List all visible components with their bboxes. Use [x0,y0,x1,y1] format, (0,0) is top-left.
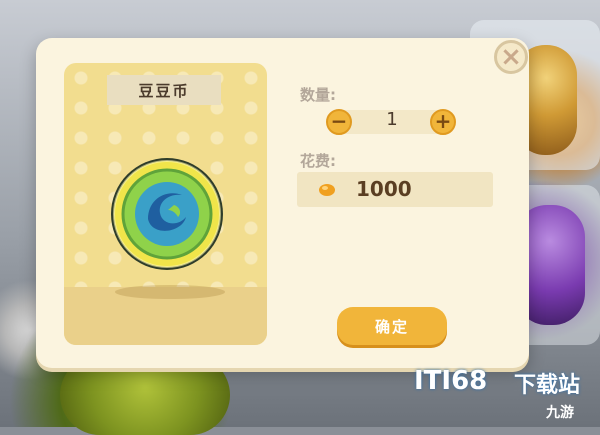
watermark-brand: ITI68 [414,366,488,396]
bean-icon [319,184,335,196]
watermark: ITI68 下载站 九游 [396,362,600,424]
coin-shadow [115,285,225,299]
quantity-stepper: − 1 + [326,106,458,138]
increase-button[interactable]: + [430,109,456,135]
watermark-suffix: 下载站 [514,373,581,398]
confirm-button[interactable]: 确定 [337,307,447,345]
item-name: 豆豆币 [107,75,221,105]
bean-coin-icon [111,158,223,270]
watermark-corner: 九游 [546,405,574,421]
cost-value: 1000 [356,177,412,201]
decrease-button[interactable]: − [326,109,352,135]
quantity-value[interactable]: 1 [370,109,414,130]
quantity-label: 数量: [300,86,336,104]
close-button[interactable]: × [494,40,528,74]
cost-label: 花费: [300,152,336,170]
